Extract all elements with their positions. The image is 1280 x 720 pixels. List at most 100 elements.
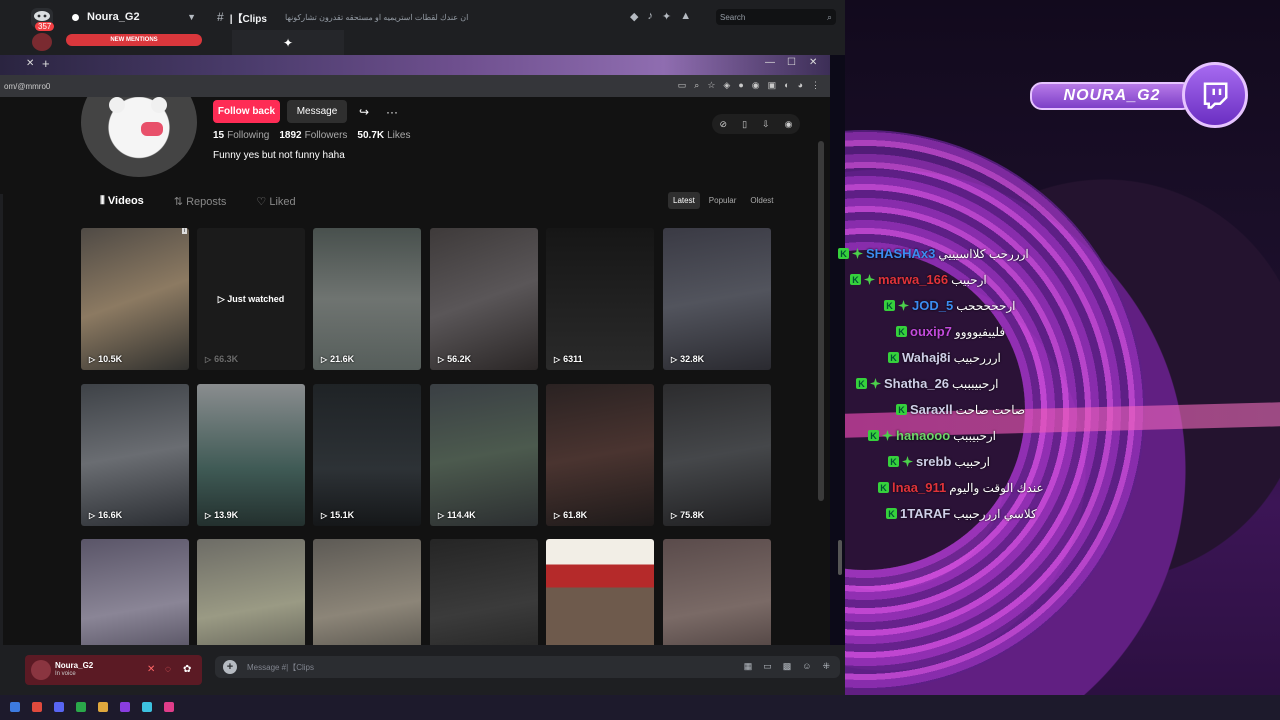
app-icon[interactable] bbox=[164, 702, 174, 712]
view-count: 32.8K bbox=[671, 354, 704, 364]
close-window-icon[interactable]: ✕ bbox=[809, 57, 817, 68]
stream-preview[interactable]: ✦ bbox=[232, 30, 344, 55]
video-tile[interactable]: 21.6K bbox=[313, 228, 421, 370]
page-scrollbar[interactable] bbox=[818, 141, 824, 501]
chat-text: ارحبيببب bbox=[953, 428, 996, 443]
sort-oldest[interactable]: Oldest bbox=[745, 192, 778, 209]
view-count: 13.9K bbox=[205, 510, 238, 520]
avatar[interactable] bbox=[31, 660, 51, 680]
maximize-icon[interactable]: ☐ bbox=[787, 57, 796, 68]
view-count: 10.5K bbox=[89, 354, 122, 364]
discord-home-button[interactable]: 357 bbox=[31, 8, 55, 31]
sort-toggle: Latest Popular Oldest bbox=[668, 192, 779, 209]
video-tile[interactable]: 16.6K bbox=[81, 384, 189, 526]
follow-back-button[interactable]: Follow back bbox=[213, 100, 280, 123]
star-icon[interactable]: ☆ bbox=[707, 80, 715, 91]
menu-dots-icon[interactable]: ⋮ bbox=[811, 80, 820, 91]
cast-icon[interactable]: ▭ bbox=[678, 80, 687, 91]
video-tile[interactable]: ▷ Just watched 66.3K bbox=[197, 228, 305, 370]
close-tab-icon[interactable]: ✕ bbox=[26, 58, 34, 69]
video-tile[interactable] bbox=[197, 539, 305, 645]
video-tile[interactable] bbox=[313, 539, 421, 645]
emoji-icon[interactable]: ☺ bbox=[802, 661, 811, 672]
mute-icon[interactable]: ✕ bbox=[147, 664, 155, 675]
apps-icon[interactable]: ⁜ bbox=[822, 661, 830, 672]
share-icon[interactable]: ↪ bbox=[352, 100, 376, 123]
video-tile[interactable]: 114.4K bbox=[430, 384, 538, 526]
tab-videos[interactable]: ⦀ Videos bbox=[100, 195, 144, 208]
video-tile[interactable]: 56.2K bbox=[430, 228, 538, 370]
extension-icon[interactable]: ◈ bbox=[723, 80, 730, 91]
following-stat[interactable]: 15 Following bbox=[213, 130, 269, 141]
address-bar[interactable]: om/@mmro0 ▭ ⌕ ☆ ◈ ● ◉ ▣ ◐ ◕ ⋮ bbox=[0, 75, 830, 97]
video-tile[interactable]: i 10.5K bbox=[81, 228, 189, 370]
video-tile[interactable]: 32.8K bbox=[663, 228, 771, 370]
pin-icon[interactable]: ✦ bbox=[662, 10, 671, 23]
video-tile[interactable]: 13.9K bbox=[197, 384, 305, 526]
gift-icon[interactable]: ▦ bbox=[744, 661, 753, 672]
video-tile[interactable]: 75.8K bbox=[663, 384, 771, 526]
settings-gear-icon[interactable]: ✿ bbox=[183, 664, 191, 675]
phone-icon[interactable]: ▯ bbox=[742, 119, 747, 130]
video-tile[interactable] bbox=[546, 539, 654, 645]
message-input[interactable]: + Message #|【Clips ▦ ▭ ▩ ☺ ⁜ bbox=[215, 656, 840, 678]
url-text: om/@mmro0 bbox=[4, 81, 51, 91]
download-icon[interactable]: ⇩ bbox=[762, 119, 770, 130]
new-tab-button[interactable]: + bbox=[42, 56, 50, 71]
search-input[interactable]: Search ⌕ bbox=[716, 9, 836, 25]
app-icon[interactable] bbox=[32, 702, 42, 712]
members-icon[interactable]: ▲ bbox=[680, 10, 691, 23]
app-icon[interactable] bbox=[54, 702, 64, 712]
deafen-icon[interactable]: ◌ bbox=[165, 664, 171, 675]
more-icon[interactable]: ··· bbox=[380, 100, 404, 123]
zoom-icon[interactable]: ⌕ bbox=[694, 80, 699, 91]
tab-reposts[interactable]: ⇅ Reposts bbox=[174, 195, 227, 208]
puzzle-icon[interactable]: ▣ bbox=[768, 80, 777, 91]
app-icon[interactable] bbox=[76, 702, 86, 712]
add-attachment-button[interactable]: + bbox=[223, 660, 237, 674]
sort-popular[interactable]: Popular bbox=[704, 192, 742, 209]
chat-message: K lnaa_911 عندك الوقت واليوم bbox=[878, 480, 1044, 495]
chat-username: srebb bbox=[916, 454, 952, 469]
extension-icon[interactable]: ● bbox=[738, 80, 743, 91]
tiktok-profile-page: Follow back Message ↪ ··· 15 Following 18… bbox=[0, 97, 830, 645]
server-icon[interactable] bbox=[32, 33, 52, 51]
server-dot-icon bbox=[72, 13, 79, 21]
tab-liked[interactable]: ♡ Liked bbox=[256, 195, 295, 208]
block-icon[interactable]: ⊘ bbox=[720, 119, 728, 130]
bell-icon[interactable]: ♪ bbox=[647, 10, 653, 23]
app-icon[interactable] bbox=[98, 702, 108, 712]
app-icon[interactable] bbox=[10, 702, 20, 712]
gif-icon[interactable]: ▭ bbox=[763, 661, 772, 672]
threads-icon[interactable]: ◆ bbox=[630, 10, 638, 23]
profile-icon[interactable]: ◕ bbox=[798, 80, 803, 91]
server-name-header[interactable]: Noura_G2 ▼ bbox=[64, 6, 204, 28]
sort-latest[interactable]: Latest bbox=[668, 192, 700, 209]
chat-message: K Wahaj8i ارررحبيب bbox=[888, 350, 1001, 365]
video-tile[interactable]: 6311 bbox=[546, 228, 654, 370]
app-icon[interactable] bbox=[142, 702, 152, 712]
video-tile[interactable] bbox=[430, 539, 538, 645]
video-tile[interactable]: 15.1K bbox=[313, 384, 421, 526]
user-icon[interactable]: ◉ bbox=[785, 119, 793, 130]
video-tile[interactable] bbox=[81, 539, 189, 645]
kick-badge-icon: K bbox=[888, 352, 899, 363]
browser-extensions: ▭ ⌕ ☆ ◈ ● ◉ ▣ ◐ ◕ ⋮ bbox=[678, 80, 820, 91]
extension-icon[interactable]: ◉ bbox=[752, 80, 760, 91]
video-tile[interactable] bbox=[663, 539, 771, 645]
chat-username: lnaa_911 bbox=[892, 480, 947, 495]
message-button[interactable]: Message bbox=[287, 100, 347, 123]
app-icon[interactable] bbox=[120, 702, 130, 712]
discord-scrollbar[interactable] bbox=[838, 540, 842, 575]
chat-text: ارحححححب bbox=[956, 298, 1016, 313]
chat-message: K JOD_5 ارحححححب bbox=[884, 298, 1016, 313]
chevron-down-icon: ▼ bbox=[187, 12, 196, 22]
profile-avatar[interactable] bbox=[81, 97, 197, 177]
new-mentions-pill[interactable]: NEW MENTIONS bbox=[66, 34, 202, 46]
followers-stat[interactable]: 1892 Followers bbox=[279, 130, 347, 141]
sticker-icon[interactable]: ▩ bbox=[783, 661, 792, 672]
minimize-icon[interactable]: — bbox=[765, 57, 775, 68]
extension-icon[interactable]: ◐ bbox=[784, 80, 789, 91]
chat-message: K hanaooo ارحبيببب bbox=[868, 428, 996, 443]
video-tile[interactable]: 61.8K bbox=[546, 384, 654, 526]
